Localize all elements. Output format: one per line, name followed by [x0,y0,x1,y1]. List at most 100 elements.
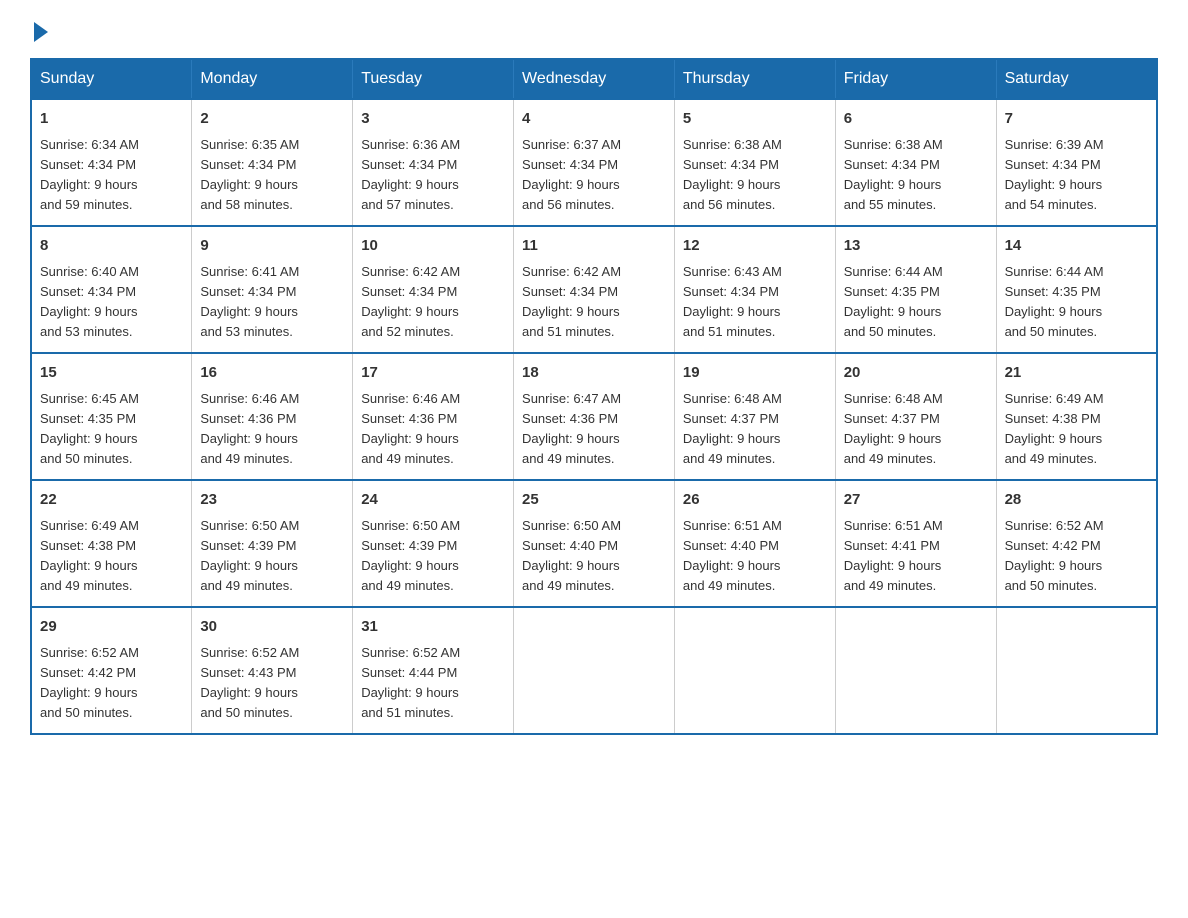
calendar-cell: 24Sunrise: 6:50 AMSunset: 4:39 PMDayligh… [353,480,514,607]
day-number: 28 [1005,489,1148,512]
day-info: Sunrise: 6:50 AMSunset: 4:39 PMDaylight:… [200,518,299,593]
calendar-week-row: 22 Sunrise: 6:49 AMSunset: 4:38 PMDayligh… [31,480,1157,607]
day-info: Sunrise: 6:46 AMSunset: 4:36 PMDaylight:… [200,391,299,466]
day-number: 3 [361,108,505,131]
calendar-cell: 27 Sunrise: 6:51 AMSunset: 4:41 PMDayligh… [835,480,996,607]
calendar-cell: 21 Sunrise: 6:49 AMSunset: 4:38 PMDayligh… [996,353,1157,480]
calendar-cell: 17 Sunrise: 6:46 AMSunset: 4:36 PMDayligh… [353,353,514,480]
calendar-cell: 20 Sunrise: 6:48 AMSunset: 4:37 PMDayligh… [835,353,996,480]
calendar-cell: 22 Sunrise: 6:49 AMSunset: 4:38 PMDayligh… [31,480,192,607]
logo [30,20,48,38]
day-number: 10 [361,235,505,258]
calendar-week-row: 8 Sunrise: 6:40 AMSunset: 4:34 PMDaylight… [31,226,1157,353]
header-wednesday: Wednesday [514,59,675,99]
day-info: Sunrise: 6:52 AMSunset: 4:42 PMDaylight:… [1005,518,1104,593]
day-info: Sunrise: 6:51 AMSunset: 4:40 PMDaylight:… [683,518,782,593]
calendar-cell: 13 Sunrise: 6:44 AMSunset: 4:35 PMDayligh… [835,226,996,353]
day-number: 1 [40,108,183,131]
logo-arrow-icon [34,22,48,42]
calendar-cell: 9Sunrise: 6:41 AMSunset: 4:34 PMDaylight… [192,226,353,353]
calendar-week-row: 29 Sunrise: 6:52 AMSunset: 4:42 PMDayligh… [31,607,1157,734]
day-number: 7 [1005,108,1148,131]
calendar-week-row: 15 Sunrise: 6:45 AMSunset: 4:35 PMDayligh… [31,353,1157,480]
day-info: Sunrise: 6:43 AMSunset: 4:34 PMDaylight:… [683,264,782,339]
calendar-cell: 10 Sunrise: 6:42 AMSunset: 4:34 PMDayligh… [353,226,514,353]
calendar-cell [514,607,675,734]
day-info: Sunrise: 6:52 AMSunset: 4:42 PMDaylight:… [40,645,139,720]
header-tuesday: Tuesday [353,59,514,99]
calendar-cell: 23 Sunrise: 6:50 AMSunset: 4:39 PMDayligh… [192,480,353,607]
day-number: 24 [361,489,505,512]
calendar-cell [996,607,1157,734]
calendar-cell: 29 Sunrise: 6:52 AMSunset: 4:42 PMDayligh… [31,607,192,734]
day-number: 2 [200,108,344,131]
calendar-cell: 28 Sunrise: 6:52 AMSunset: 4:42 PMDayligh… [996,480,1157,607]
day-info: Sunrise: 6:48 AMSunset: 4:37 PMDaylight:… [683,391,782,466]
header-saturday: Saturday [996,59,1157,99]
day-info: Sunrise: 6:46 AMSunset: 4:36 PMDaylight:… [361,391,460,466]
calendar-cell: 7 Sunrise: 6:39 AMSunset: 4:34 PMDaylight… [996,99,1157,226]
calendar-cell: 26 Sunrise: 6:51 AMSunset: 4:40 PMDayligh… [674,480,835,607]
day-info: Sunrise: 6:45 AMSunset: 4:35 PMDaylight:… [40,391,139,466]
page-header [30,20,1158,38]
day-number: 8 [40,235,183,258]
header-monday: Monday [192,59,353,99]
day-info: Sunrise: 6:51 AMSunset: 4:41 PMDaylight:… [844,518,943,593]
day-number: 18 [522,362,666,385]
calendar-cell: 30 Sunrise: 6:52 AMSunset: 4:43 PMDayligh… [192,607,353,734]
calendar-cell: 15 Sunrise: 6:45 AMSunset: 4:35 PMDayligh… [31,353,192,480]
calendar-header-row: SundayMondayTuesdayWednesdayThursdayFrid… [31,59,1157,99]
calendar-cell: 11Sunrise: 6:42 AMSunset: 4:34 PMDayligh… [514,226,675,353]
day-info: Sunrise: 6:42 AMSunset: 4:34 PMDaylight:… [522,264,621,339]
day-info: Sunrise: 6:52 AMSunset: 4:43 PMDaylight:… [200,645,299,720]
day-info: Sunrise: 6:42 AMSunset: 4:34 PMDaylight:… [361,264,460,339]
calendar-week-row: 1Sunrise: 6:34 AMSunset: 4:34 PMDaylight… [31,99,1157,226]
calendar-cell: 18 Sunrise: 6:47 AMSunset: 4:36 PMDayligh… [514,353,675,480]
calendar-cell [674,607,835,734]
calendar-cell: 14 Sunrise: 6:44 AMSunset: 4:35 PMDayligh… [996,226,1157,353]
day-number: 19 [683,362,827,385]
day-number: 26 [683,489,827,512]
calendar-cell: 5 Sunrise: 6:38 AMSunset: 4:34 PMDaylight… [674,99,835,226]
day-number: 21 [1005,362,1148,385]
day-number: 29 [40,616,183,639]
day-info: Sunrise: 6:49 AMSunset: 4:38 PMDaylight:… [40,518,139,593]
calendar-cell: 6 Sunrise: 6:38 AMSunset: 4:34 PMDaylight… [835,99,996,226]
day-info: Sunrise: 6:49 AMSunset: 4:38 PMDaylight:… [1005,391,1104,466]
day-number: 6 [844,108,988,131]
day-info: Sunrise: 6:44 AMSunset: 4:35 PMDaylight:… [844,264,943,339]
day-number: 5 [683,108,827,131]
calendar-cell: 19 Sunrise: 6:48 AMSunset: 4:37 PMDayligh… [674,353,835,480]
day-info: Sunrise: 6:50 AMSunset: 4:40 PMDaylight:… [522,518,621,593]
day-info: Sunrise: 6:39 AMSunset: 4:34 PMDaylight:… [1005,137,1104,212]
day-number: 20 [844,362,988,385]
day-info: Sunrise: 6:38 AMSunset: 4:34 PMDaylight:… [683,137,782,212]
calendar-cell: 12Sunrise: 6:43 AMSunset: 4:34 PMDayligh… [674,226,835,353]
day-number: 15 [40,362,183,385]
calendar-cell [835,607,996,734]
day-number: 22 [40,489,183,512]
header-sunday: Sunday [31,59,192,99]
day-number: 14 [1005,235,1148,258]
calendar-table: SundayMondayTuesdayWednesdayThursdayFrid… [30,58,1158,735]
day-number: 13 [844,235,988,258]
calendar-cell: 25Sunrise: 6:50 AMSunset: 4:40 PMDayligh… [514,480,675,607]
day-info: Sunrise: 6:44 AMSunset: 4:35 PMDaylight:… [1005,264,1104,339]
calendar-cell: 31Sunrise: 6:52 AMSunset: 4:44 PMDayligh… [353,607,514,734]
calendar-cell: 8 Sunrise: 6:40 AMSunset: 4:34 PMDaylight… [31,226,192,353]
header-friday: Friday [835,59,996,99]
day-info: Sunrise: 6:47 AMSunset: 4:36 PMDaylight:… [522,391,621,466]
day-number: 16 [200,362,344,385]
header-thursday: Thursday [674,59,835,99]
day-number: 27 [844,489,988,512]
day-info: Sunrise: 6:38 AMSunset: 4:34 PMDaylight:… [844,137,943,212]
day-number: 30 [200,616,344,639]
day-info: Sunrise: 6:40 AMSunset: 4:34 PMDaylight:… [40,264,139,339]
day-info: Sunrise: 6:48 AMSunset: 4:37 PMDaylight:… [844,391,943,466]
day-number: 23 [200,489,344,512]
day-info: Sunrise: 6:37 AMSunset: 4:34 PMDaylight:… [522,137,621,212]
day-number: 9 [200,235,344,258]
day-number: 17 [361,362,505,385]
day-info: Sunrise: 6:36 AMSunset: 4:34 PMDaylight:… [361,137,460,212]
calendar-cell: 16 Sunrise: 6:46 AMSunset: 4:36 PMDayligh… [192,353,353,480]
